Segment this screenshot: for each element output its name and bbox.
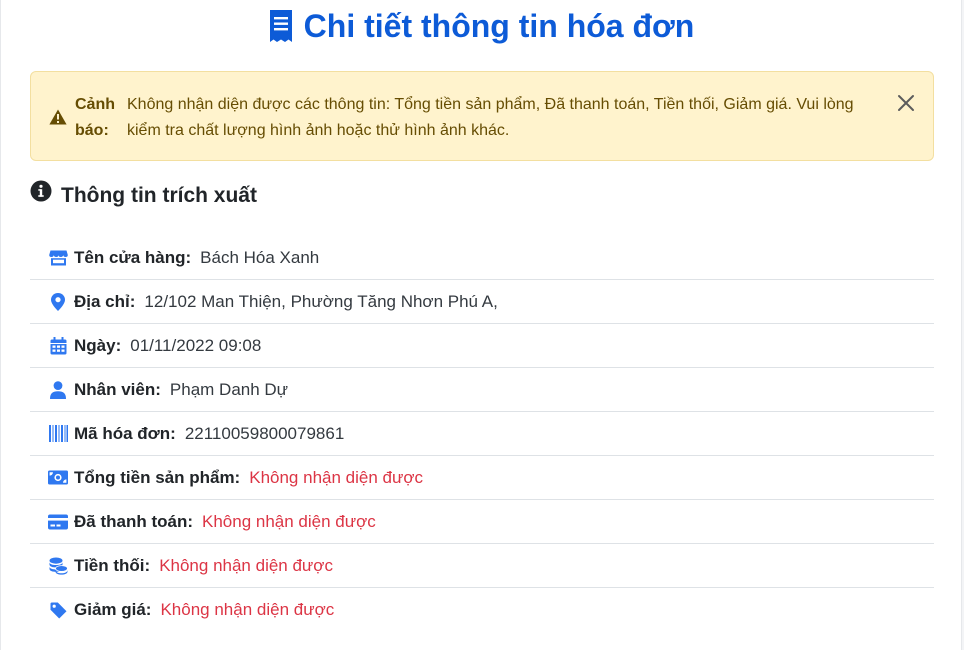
field-label: Nhân viên:: [74, 379, 161, 399]
field-date: Ngày: 01/11/2022 09:08: [30, 324, 934, 368]
info-list: Tên cửa hàng: Bách Hóa Xanh Địa chỉ: 12/…: [30, 236, 934, 632]
field-label: Giảm giá:: [74, 600, 152, 619]
alert-message: Không nhận diện được các thông tin: Tổng…: [127, 96, 854, 139]
field-value: Bách Hóa Xanh: [200, 247, 320, 267]
field-label: Tên cửa hàng:: [74, 247, 192, 267]
field-value: Không nhận diện được: [202, 511, 376, 531]
user-icon: [48, 380, 68, 400]
section-title: Thông tin trích xuất: [61, 183, 257, 207]
field-discount: Giảm giá: Không nhận diện được: [30, 588, 934, 632]
field-label: Địa chỉ:: [74, 291, 136, 311]
field-value: 22110059800079861: [184, 423, 345, 443]
field-label: Tổng tiền sản phẩm:: [74, 467, 241, 487]
page: Chi tiết thông tin hóa đơn Cảnh báo: Khô…: [0, 0, 962, 650]
page-title-text: Chi tiết thông tin hóa đơn: [303, 8, 695, 44]
field-value: Không nhận diện được: [249, 467, 424, 487]
field-label: Tiền thối:: [74, 555, 151, 575]
map-pin-icon: [48, 292, 68, 312]
field-value: Không nhận diện được: [160, 600, 335, 619]
page-title: Chi tiết thông tin hóa đơn: [1, 2, 961, 50]
warning-alert: Cảnh báo: Không nhận diện được các thông…: [30, 71, 934, 161]
info-circle-icon: [30, 180, 52, 211]
field-value: 01/11/2022 09:08: [130, 335, 262, 355]
field-label: Ngày:: [74, 335, 122, 355]
field-label: Đã thanh toán:: [74, 511, 193, 531]
coins-icon: [48, 556, 68, 576]
field-invoice-code: Mã hóa đơn: 22110059800079861: [30, 412, 934, 456]
section-heading: Thông tin trích xuất: [30, 180, 257, 211]
barcode-icon: [48, 424, 68, 444]
field-label: Mã hóa đơn:: [74, 423, 176, 443]
alert-label: Cảnh báo:: [75, 96, 115, 139]
field-value: 12/102 Man Thiện, Phường Tăng Nhơn Phú A…: [144, 291, 498, 311]
field-value: Không nhận diện được: [159, 555, 333, 575]
money-bill-icon: [48, 468, 68, 488]
field-value: Phạm Danh Dự: [169, 379, 289, 399]
store-icon: [48, 248, 68, 268]
warning-triangle-icon: [49, 109, 67, 130]
close-icon[interactable]: [895, 92, 917, 114]
field-store: Tên cửa hàng: Bách Hóa Xanh: [30, 236, 934, 280]
field-paid: Đã thanh toán: Không nhận diện được: [30, 500, 934, 544]
tag-icon: [48, 600, 68, 620]
receipt-icon: [268, 10, 294, 42]
field-total: Tổng tiền sản phẩm: Không nhận diện được: [30, 456, 934, 500]
field-change: Tiền thối: Không nhận diện được: [30, 544, 934, 588]
field-employee: Nhân viên: Phạm Danh Dự: [30, 368, 934, 412]
field-address: Địa chỉ: 12/102 Man Thiện, Phường Tăng N…: [30, 280, 934, 324]
credit-card-icon: [48, 512, 68, 532]
calendar-icon: [48, 336, 68, 356]
